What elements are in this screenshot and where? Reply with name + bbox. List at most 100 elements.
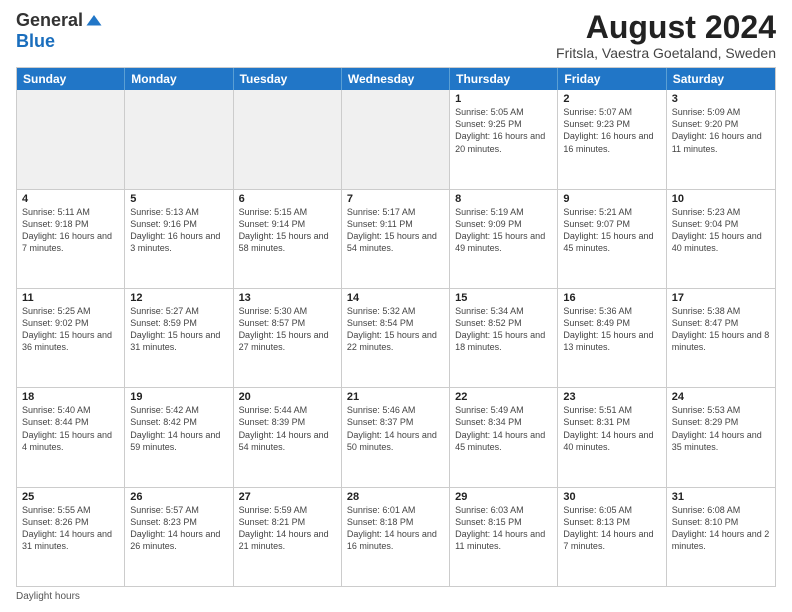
logo-blue-text: Blue (16, 31, 55, 52)
calendar-header-cell: Friday (558, 68, 666, 90)
cell-info: Sunrise: 6:08 AM Sunset: 8:10 PM Dayligh… (672, 504, 770, 553)
calendar-cell: 21Sunrise: 5:46 AM Sunset: 8:37 PM Dayli… (342, 388, 450, 486)
day-number: 18 (22, 391, 119, 403)
day-number: 6 (239, 193, 336, 205)
cell-info: Sunrise: 5:15 AM Sunset: 9:14 PM Dayligh… (239, 206, 336, 255)
day-number: 22 (455, 391, 552, 403)
day-number: 27 (239, 491, 336, 503)
location: Fritsla, Vaestra Goetaland, Sweden (556, 45, 776, 61)
cell-info: Sunrise: 5:42 AM Sunset: 8:42 PM Dayligh… (130, 404, 227, 453)
day-number: 19 (130, 391, 227, 403)
day-number: 8 (455, 193, 552, 205)
logo: General Blue (16, 10, 103, 52)
calendar-cell: 22Sunrise: 5:49 AM Sunset: 8:34 PM Dayli… (450, 388, 558, 486)
cell-info: Sunrise: 5:55 AM Sunset: 8:26 PM Dayligh… (22, 504, 119, 553)
cell-info: Sunrise: 6:01 AM Sunset: 8:18 PM Dayligh… (347, 504, 444, 553)
cell-info: Sunrise: 5:51 AM Sunset: 8:31 PM Dayligh… (563, 404, 660, 453)
day-number: 14 (347, 292, 444, 304)
cell-info: Sunrise: 6:05 AM Sunset: 8:13 PM Dayligh… (563, 504, 660, 553)
calendar-cell: 29Sunrise: 6:03 AM Sunset: 8:15 PM Dayli… (450, 488, 558, 586)
calendar-cell (342, 90, 450, 188)
calendar-cell: 30Sunrise: 6:05 AM Sunset: 8:13 PM Dayli… (558, 488, 666, 586)
calendar-cell: 31Sunrise: 6:08 AM Sunset: 8:10 PM Dayli… (667, 488, 775, 586)
cell-info: Sunrise: 5:46 AM Sunset: 8:37 PM Dayligh… (347, 404, 444, 453)
day-number: 1 (455, 93, 552, 105)
calendar-cell: 15Sunrise: 5:34 AM Sunset: 8:52 PM Dayli… (450, 289, 558, 387)
calendar-cell: 28Sunrise: 6:01 AM Sunset: 8:18 PM Dayli… (342, 488, 450, 586)
day-number: 30 (563, 491, 660, 503)
cell-info: Sunrise: 5:38 AM Sunset: 8:47 PM Dayligh… (672, 305, 770, 354)
calendar-row: 11Sunrise: 5:25 AM Sunset: 9:02 PM Dayli… (17, 289, 775, 388)
page: General Blue August 2024 Fritsla, Vaestr… (0, 0, 792, 612)
calendar-cell: 25Sunrise: 5:55 AM Sunset: 8:26 PM Dayli… (17, 488, 125, 586)
title-block: August 2024 Fritsla, Vaestra Goetaland, … (556, 10, 776, 61)
calendar-cell: 10Sunrise: 5:23 AM Sunset: 9:04 PM Dayli… (667, 190, 775, 288)
calendar-cell: 9Sunrise: 5:21 AM Sunset: 9:07 PM Daylig… (558, 190, 666, 288)
logo-general-text: General (16, 10, 83, 31)
day-number: 2 (563, 93, 660, 105)
day-number: 7 (347, 193, 444, 205)
cell-info: Sunrise: 5:34 AM Sunset: 8:52 PM Dayligh… (455, 305, 552, 354)
cell-info: Sunrise: 5:09 AM Sunset: 9:20 PM Dayligh… (672, 106, 770, 155)
day-number: 31 (672, 491, 770, 503)
cell-info: Sunrise: 5:40 AM Sunset: 8:44 PM Dayligh… (22, 404, 119, 453)
cell-info: Sunrise: 5:36 AM Sunset: 8:49 PM Dayligh… (563, 305, 660, 354)
calendar-cell: 26Sunrise: 5:57 AM Sunset: 8:23 PM Dayli… (125, 488, 233, 586)
calendar-header-cell: Thursday (450, 68, 558, 90)
day-number: 20 (239, 391, 336, 403)
cell-info: Sunrise: 6:03 AM Sunset: 8:15 PM Dayligh… (455, 504, 552, 553)
day-number: 15 (455, 292, 552, 304)
calendar-cell: 2Sunrise: 5:07 AM Sunset: 9:23 PM Daylig… (558, 90, 666, 188)
cell-info: Sunrise: 5:59 AM Sunset: 8:21 PM Dayligh… (239, 504, 336, 553)
cell-info: Sunrise: 5:05 AM Sunset: 9:25 PM Dayligh… (455, 106, 552, 155)
cell-info: Sunrise: 5:07 AM Sunset: 9:23 PM Dayligh… (563, 106, 660, 155)
calendar-cell: 3Sunrise: 5:09 AM Sunset: 9:20 PM Daylig… (667, 90, 775, 188)
calendar-cell: 17Sunrise: 5:38 AM Sunset: 8:47 PM Dayli… (667, 289, 775, 387)
cell-info: Sunrise: 5:13 AM Sunset: 9:16 PM Dayligh… (130, 206, 227, 255)
cell-info: Sunrise: 5:53 AM Sunset: 8:29 PM Dayligh… (672, 404, 770, 453)
calendar-row: 4Sunrise: 5:11 AM Sunset: 9:18 PM Daylig… (17, 190, 775, 289)
calendar-cell: 4Sunrise: 5:11 AM Sunset: 9:18 PM Daylig… (17, 190, 125, 288)
day-number: 28 (347, 491, 444, 503)
day-number: 16 (563, 292, 660, 304)
calendar-cell: 24Sunrise: 5:53 AM Sunset: 8:29 PM Dayli… (667, 388, 775, 486)
cell-info: Sunrise: 5:49 AM Sunset: 8:34 PM Dayligh… (455, 404, 552, 453)
calendar-cell (125, 90, 233, 188)
calendar: SundayMondayTuesdayWednesdayThursdayFrid… (16, 67, 776, 587)
calendar-cell: 18Sunrise: 5:40 AM Sunset: 8:44 PM Dayli… (17, 388, 125, 486)
day-number: 29 (455, 491, 552, 503)
header: General Blue August 2024 Fritsla, Vaestr… (16, 10, 776, 61)
calendar-cell: 11Sunrise: 5:25 AM Sunset: 9:02 PM Dayli… (17, 289, 125, 387)
cell-info: Sunrise: 5:44 AM Sunset: 8:39 PM Dayligh… (239, 404, 336, 453)
cell-info: Sunrise: 5:17 AM Sunset: 9:11 PM Dayligh… (347, 206, 444, 255)
cell-info: Sunrise: 5:19 AM Sunset: 9:09 PM Dayligh… (455, 206, 552, 255)
day-number: 9 (563, 193, 660, 205)
calendar-header-cell: Sunday (17, 68, 125, 90)
day-number: 24 (672, 391, 770, 403)
day-number: 13 (239, 292, 336, 304)
calendar-cell: 14Sunrise: 5:32 AM Sunset: 8:54 PM Dayli… (342, 289, 450, 387)
calendar-cell: 8Sunrise: 5:19 AM Sunset: 9:09 PM Daylig… (450, 190, 558, 288)
calendar-header-cell: Tuesday (234, 68, 342, 90)
month-year: August 2024 (556, 10, 776, 45)
calendar-cell: 27Sunrise: 5:59 AM Sunset: 8:21 PM Dayli… (234, 488, 342, 586)
calendar-row: 25Sunrise: 5:55 AM Sunset: 8:26 PM Dayli… (17, 488, 775, 586)
cell-info: Sunrise: 5:27 AM Sunset: 8:59 PM Dayligh… (130, 305, 227, 354)
day-number: 3 (672, 93, 770, 105)
calendar-cell: 19Sunrise: 5:42 AM Sunset: 8:42 PM Dayli… (125, 388, 233, 486)
cell-info: Sunrise: 5:30 AM Sunset: 8:57 PM Dayligh… (239, 305, 336, 354)
cell-info: Sunrise: 5:57 AM Sunset: 8:23 PM Dayligh… (130, 504, 227, 553)
calendar-header-cell: Wednesday (342, 68, 450, 90)
day-number: 25 (22, 491, 119, 503)
day-number: 12 (130, 292, 227, 304)
cell-info: Sunrise: 5:32 AM Sunset: 8:54 PM Dayligh… (347, 305, 444, 354)
calendar-cell: 5Sunrise: 5:13 AM Sunset: 9:16 PM Daylig… (125, 190, 233, 288)
day-number: 4 (22, 193, 119, 205)
day-number: 21 (347, 391, 444, 403)
cell-info: Sunrise: 5:23 AM Sunset: 9:04 PM Dayligh… (672, 206, 770, 255)
day-number: 23 (563, 391, 660, 403)
calendar-cell: 7Sunrise: 5:17 AM Sunset: 9:11 PM Daylig… (342, 190, 450, 288)
calendar-header-cell: Monday (125, 68, 233, 90)
calendar-cell: 1Sunrise: 5:05 AM Sunset: 9:25 PM Daylig… (450, 90, 558, 188)
calendar-cell: 13Sunrise: 5:30 AM Sunset: 8:57 PM Dayli… (234, 289, 342, 387)
